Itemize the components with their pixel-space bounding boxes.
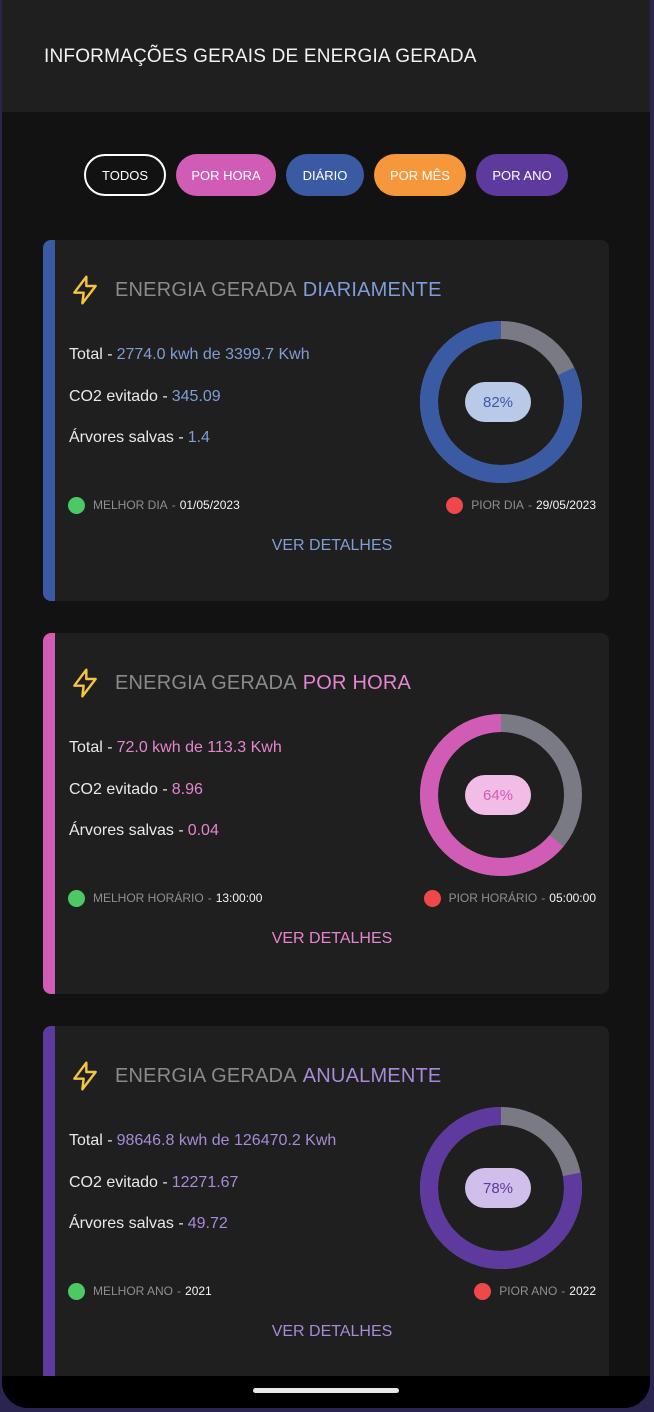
stat-co2-label: CO2 evitado - [69, 1174, 168, 1191]
filter-chip-todos[interactable]: TODOS [84, 154, 166, 196]
card-title: ENERGIA GERADA DIARIAMENTE [115, 279, 442, 302]
home-indicator[interactable] [253, 1388, 399, 1393]
best-value: 01/05/2023 [179, 498, 240, 512]
stat-trees-value: 49.72 [187, 1215, 228, 1232]
filter-chip-diario[interactable]: DIÁRIO [286, 154, 364, 196]
card-header: ENERGIA GERADA DIARIAMENTE [69, 274, 442, 306]
page-title: INFORMAÇÕES GERAIS DE ENERGIA GERADA [44, 46, 477, 67]
red-dot-icon [446, 496, 464, 514]
stat-total-label: Total - [69, 739, 113, 756]
stat-total: Total -98646.8 kwh de 126470.2 Kwh [69, 1132, 336, 1150]
stat-co2-value: 345.09 [171, 388, 221, 405]
card-header: ENERGIA GERADA POR HORA [69, 667, 411, 699]
best-indicator: MELHOR HORÁRIO -13:00:00 [68, 889, 262, 907]
card-header: ENERGIA GERADA ANUALMENTE [69, 1060, 441, 1092]
app-bar: INFORMAÇÕES GERAIS DE ENERGIA GERADA [2, 0, 650, 112]
red-dot-icon [423, 889, 441, 907]
worst-label: PIOR DIA [471, 498, 524, 512]
best-indicator: MELHOR ANO -2021 [68, 1282, 212, 1300]
stat-trees: Árvores salvas -49.72 [69, 1215, 228, 1233]
worst-label: PIOR HORÁRIO [448, 891, 538, 905]
green-dot-icon [68, 496, 85, 514]
app-screen: INFORMAÇÕES GERAIS DE ENERGIA GERADA TOD… [2, 0, 650, 1408]
energy-card-daily: ENERGIA GERADA DIARIAMENTE Total -2774.0 … [43, 240, 609, 601]
separator-dash: - [171, 498, 176, 512]
stat-trees-label: Árvores salvas - [69, 822, 184, 839]
energy-card-yearly: ENERGIA GERADA ANUALMENTE Total -98646.8 … [43, 1026, 609, 1387]
worst-value: 05:00:00 [549, 891, 596, 905]
stat-co2: CO2 evitado -8.96 [69, 781, 203, 799]
stat-co2-label: CO2 evitado - [69, 781, 168, 798]
stat-co2: CO2 evitado -345.09 [69, 388, 221, 406]
worst-value: 29/05/2023 [535, 498, 596, 512]
stat-co2-label: CO2 evitado - [69, 388, 168, 405]
red-dot-icon [474, 1282, 492, 1300]
stat-total-label: Total - [69, 1132, 113, 1149]
separator-dash: - [177, 1284, 182, 1298]
filter-chip-por-hora[interactable]: POR HORA [176, 154, 276, 196]
best-label: MELHOR DIA [93, 498, 168, 512]
ver-detalhes-button[interactable]: VER DETALHES [43, 1323, 609, 1341]
separator-dash: - [541, 891, 546, 905]
percent-badge: 64% [465, 775, 531, 815]
separator-dash: - [561, 1284, 566, 1298]
ver-detalhes-button[interactable]: VER DETALHES [43, 930, 609, 948]
worst-indicator: PIOR HORÁRIO -05:00:00 [423, 889, 596, 907]
stat-co2-value: 8.96 [171, 781, 203, 798]
green-dot-icon [68, 1282, 85, 1300]
separator-dash: - [527, 498, 532, 512]
filter-chip-por-mes[interactable]: POR MÊS [374, 154, 466, 196]
best-value: 13:00:00 [215, 891, 263, 905]
system-nav-bar [2, 1376, 650, 1408]
ver-detalhes-button[interactable]: VER DETALHES [43, 537, 609, 555]
stat-total-value: 2774.0 kwh de 3399.7 Kwh [116, 346, 310, 363]
percent-badge: 78% [465, 1168, 531, 1208]
card-title: ENERGIA GERADA ANUALMENTE [115, 1065, 441, 1088]
stat-total-label: Total - [69, 346, 113, 363]
card-title: ENERGIA GERADA POR HORA [115, 672, 411, 695]
worst-indicator: PIOR DIA -29/05/2023 [446, 496, 596, 514]
stat-trees-label: Árvores salvas - [69, 1215, 184, 1232]
card-title-prefix: ENERGIA GERADA [115, 671, 297, 694]
worst-label: PIOR ANO [499, 1284, 558, 1298]
stat-co2-value: 12271.67 [171, 1174, 239, 1191]
card-title-accent: DIARIAMENTE [302, 278, 442, 301]
card-title-prefix: ENERGIA GERADA [115, 278, 297, 301]
green-dot-icon [68, 889, 85, 907]
lightning-icon [73, 1061, 97, 1091]
separator-dash: - [207, 891, 212, 905]
filter-chips: TODOS POR HORA DIÁRIO POR MÊS POR ANO [2, 154, 650, 196]
card-title-accent: POR HORA [302, 671, 412, 694]
stat-trees-value: 0.04 [187, 822, 219, 839]
card-title-accent: ANUALMENTE [302, 1064, 442, 1087]
lightning-icon [73, 275, 97, 305]
stat-total: Total -72.0 kwh de 113.3 Kwh [69, 739, 282, 757]
stat-total-value: 72.0 kwh de 113.3 Kwh [116, 739, 282, 756]
best-value: 2021 [185, 1284, 212, 1298]
lightning-icon [73, 668, 97, 698]
stat-total: Total -2774.0 kwh de 3399.7 Kwh [69, 346, 310, 364]
worst-value: 2022 [569, 1284, 596, 1298]
best-indicator: MELHOR DIA -01/05/2023 [68, 496, 240, 514]
filter-chip-por-ano[interactable]: POR ANO [476, 154, 568, 196]
percent-badge: 82% [465, 382, 531, 422]
best-label: MELHOR HORÁRIO [93, 891, 204, 905]
energy-card-hourly: ENERGIA GERADA POR HORA Total -72.0 kwh d… [43, 633, 609, 994]
stat-trees: Árvores salvas -0.04 [69, 822, 219, 840]
stat-trees: Árvores salvas -1.4 [69, 429, 210, 447]
best-label: MELHOR ANO [93, 1284, 174, 1298]
card-title-prefix: ENERGIA GERADA [115, 1064, 297, 1087]
worst-indicator: PIOR ANO -2022 [474, 1282, 596, 1300]
stat-trees-value: 1.4 [187, 429, 210, 446]
stat-total-value: 98646.8 kwh de 126470.2 Kwh [116, 1132, 337, 1149]
stat-trees-label: Árvores salvas - [69, 429, 184, 446]
stat-co2: CO2 evitado -12271.67 [69, 1174, 238, 1192]
